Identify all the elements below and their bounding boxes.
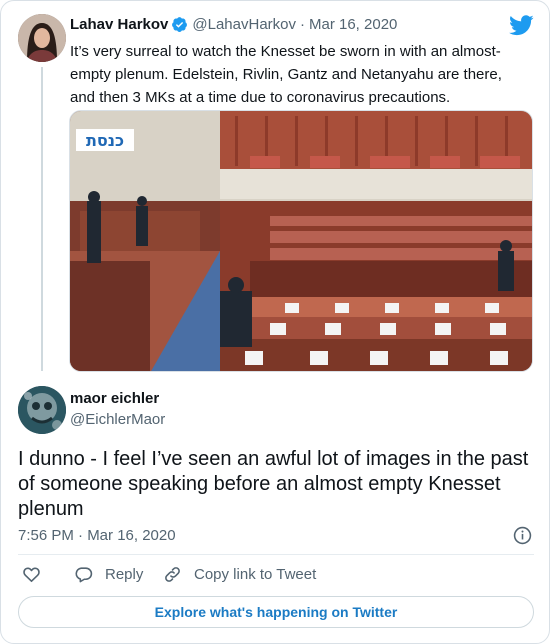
maor-eichler-avatar[interactable] xyxy=(18,386,66,434)
quoted-tweet-header: Lahav Harkov @LahavHarkov · Mar 16, 2020 xyxy=(70,16,397,33)
copy-link-label: Copy link to Tweet xyxy=(194,566,317,583)
info-icon[interactable] xyxy=(513,526,532,545)
verified-badge-icon xyxy=(172,17,188,32)
twitter-bird-icon[interactable] xyxy=(509,15,534,36)
tweet-text: I dunno - I feel I’ve seen an awful lot … xyxy=(18,448,529,520)
tweet-author-handle[interactable]: @EichlerMaor xyxy=(70,411,165,428)
quoted-author-handle[interactable]: @LahavHarkov xyxy=(192,16,296,33)
tweet-author-name[interactable]: maor eichler xyxy=(70,390,159,407)
reply-label: Reply xyxy=(105,566,144,583)
knesset-sign-text: כנסת xyxy=(86,131,124,150)
header-separator: · xyxy=(300,16,305,33)
plenum-photo-illustration: כנסת xyxy=(70,111,532,371)
like-button[interactable] xyxy=(22,565,41,584)
tweet-timestamp[interactable]: 7:56 PM · Mar 16, 2020 xyxy=(18,527,176,544)
copy-link-button[interactable]: Copy link to Tweet xyxy=(163,565,316,584)
actions-divider xyxy=(18,554,534,555)
link-icon xyxy=(165,567,180,582)
quoted-tweet-date[interactable]: Mar 16, 2020 xyxy=(309,16,397,33)
knesset-plenum-photo[interactable]: כנסת xyxy=(69,110,533,372)
tweet-embed-card: Lahav Harkov @LahavHarkov · Mar 16, 2020… xyxy=(0,0,550,644)
explore-button[interactable]: Explore what's happening on Twitter xyxy=(18,596,534,628)
reply-bubble-icon xyxy=(75,567,93,583)
thread-connector-line xyxy=(41,67,43,371)
heart-icon xyxy=(23,567,40,583)
reply-button[interactable]: Reply xyxy=(74,565,143,584)
quoted-author-name[interactable]: Lahav Harkov xyxy=(70,16,168,33)
quoted-tweet-text: It’s very surreal to watch the Knesset b… xyxy=(70,43,502,106)
lahav-harkov-avatar[interactable] xyxy=(18,14,66,62)
